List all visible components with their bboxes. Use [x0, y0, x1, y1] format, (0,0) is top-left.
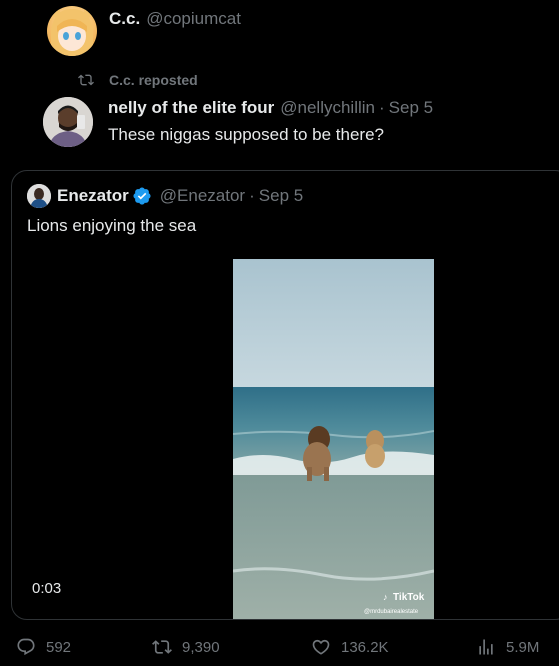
tweet-author-handle[interactable]: @nellychillin — [280, 98, 375, 118]
like-count: 136.2K — [341, 638, 389, 656]
reply-count: 592 — [46, 638, 72, 656]
repost-label[interactable]: C.c. reposted — [109, 72, 198, 88]
top-display-name[interactable]: C.c. — [109, 9, 140, 29]
tiktok-watermark-user: @mrdubairealestate — [364, 609, 419, 615]
views-button[interactable]: 5.9M — [476, 637, 539, 657]
views-chart-icon — [479, 639, 493, 655]
repost-icon — [78, 74, 94, 86]
tweet-author-name[interactable]: nelly of the elite four — [108, 98, 274, 118]
video-duration: 0:03 — [32, 580, 62, 597]
heart-icon — [312, 639, 330, 655]
video-player[interactable]: ♪ TikTok @mrdubairealestate — [233, 259, 434, 619]
top-handle[interactable]: @copiumcat — [146, 9, 241, 29]
repost-count: 9,390 — [182, 638, 220, 656]
person-avatar-icon — [43, 97, 93, 147]
video-frame-lions-in-sea: ♪ TikTok @mrdubairealestate — [233, 259, 434, 619]
tweet-text: These niggas supposed to be there? — [108, 125, 384, 144]
quote-author-handle[interactable]: @Enezator — [160, 186, 245, 206]
tweet-separator: · — [379, 98, 385, 117]
avatar-copiumcat[interactable] — [47, 6, 97, 56]
avatar-enezator[interactable] — [27, 184, 51, 208]
repost-icon — [152, 640, 172, 654]
view-count: 5.9M — [506, 638, 540, 656]
tweet-date[interactable]: Sep 5 — [389, 98, 433, 118]
lion-right-shape — [365, 430, 385, 468]
tiktok-logo-icon: ♪ — [383, 592, 388, 602]
repost-button[interactable]: 9,390 — [152, 637, 220, 657]
quote-author-name[interactable]: Enezator — [57, 186, 129, 206]
person-avatar-icon — [27, 184, 51, 208]
quote-separator: · — [249, 186, 255, 205]
anime-avatar-icon — [51, 8, 93, 56]
reply-button[interactable]: 592 — [16, 637, 71, 657]
quote-date[interactable]: Sep 5 — [259, 186, 303, 206]
like-button[interactable]: 136.2K — [311, 637, 389, 657]
tiktok-watermark-brand: TikTok — [393, 592, 425, 603]
avatar-nellychillin[interactable] — [43, 97, 93, 147]
quote-text: Lions enjoying the sea — [27, 216, 197, 235]
reply-icon — [17, 638, 35, 656]
verified-badge-icon — [133, 187, 151, 205]
